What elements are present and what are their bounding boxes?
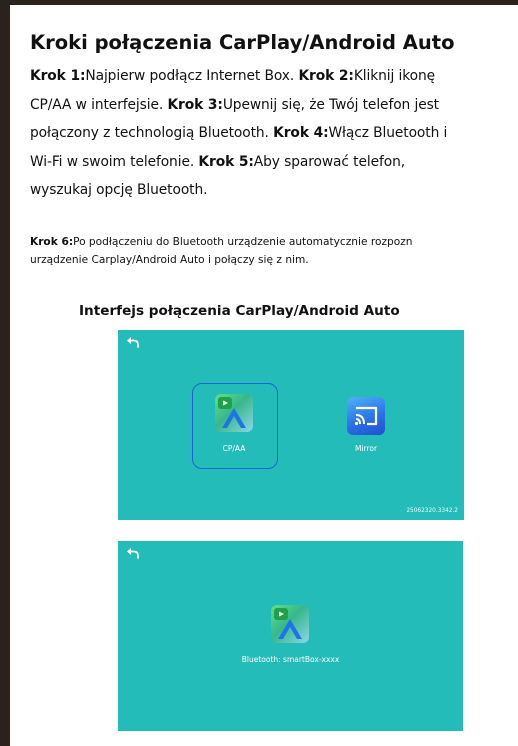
mirror-label: Mirror — [354, 444, 378, 453]
steps-line-2: CP/AA w interfejsie. Krok 3:Upewnij się,… — [30, 91, 516, 120]
step-3-text-b: połączony z technologią Bluetooth. — [30, 125, 274, 141]
version-number: 25062320.3342.2 — [406, 508, 458, 514]
step-3-text-a: Upewnij się, że Twój telefon jest — [222, 96, 439, 113]
screenshot-bluetooth-connection: Bluetooth: smartBox-xxxx — [118, 541, 463, 731]
step-4-text-a: Włącz Bluetooth i — [328, 125, 448, 141]
step-2-text-a: Kliknij ikonę — [353, 68, 436, 84]
step-1-text: Najpierw podłącz Internet Box. — [85, 68, 299, 84]
step-3-label: Krok 3: — [167, 96, 223, 113]
step-5-text-b: wyszukaj opcję Bluetooth. — [30, 182, 208, 198]
step-5-text-a: Aby sparować telefon, — [253, 153, 405, 170]
cpaa-app-icon — [271, 605, 309, 643]
document-content: Kroki połączenia CarPlay/Android Auto Kr… — [30, 0, 518, 746]
steps-line-5: wyszukaj opcję Bluetooth. — [30, 176, 516, 205]
frame-left-border — [0, 0, 10, 746]
steps-paragraph: Krok 1:Najpierw podłącz Internet Box. Kr… — [30, 62, 516, 205]
step-5-label: Krok 5: — [198, 153, 254, 170]
steps-line-4: Wi-Fi w swoim telefonie. Krok 5:Aby spar… — [30, 148, 516, 177]
bluetooth-device-label: Bluetooth: smartBox-xxxx — [241, 655, 340, 664]
interface-caption: Interfejs połączenia CarPlay/Android Aut… — [79, 303, 400, 319]
cpaa-label: CP/AA — [222, 444, 246, 453]
back-arrow-icon[interactable] — [126, 547, 140, 559]
page-title: Kroki połączenia CarPlay/Android Auto — [30, 31, 455, 54]
step-2-text-b: CP/AA w interfejsie. — [30, 96, 168, 113]
steps-line-1: Krok 1:Najpierw podłącz Internet Box. Kr… — [30, 62, 516, 91]
cpaa-app-icon[interactable] — [215, 394, 253, 432]
step-1-label: Krok 1: — [30, 68, 86, 84]
step-6-text-b: urządzenie Carplay/Android Auto i połącz… — [30, 254, 309, 266]
step-4-label: Krok 4: — [273, 125, 329, 141]
step-6-note: Krok 6:Po podłączeniu do Bluetooth urząd… — [30, 233, 516, 269]
mirror-app-icon[interactable] — [347, 397, 385, 435]
step-6-label: Krok 6: — [30, 236, 74, 248]
note-line-1: Krok 6:Po podłączeniu do Bluetooth urząd… — [30, 233, 516, 251]
steps-line-3: połączony z technologią Bluetooth. Krok … — [30, 119, 516, 148]
note-line-2: urządzenie Carplay/Android Auto i połącz… — [30, 251, 516, 269]
step-2-label: Krok 2: — [298, 68, 354, 84]
step-6-text-a: Po podłączeniu do Bluetooth urządzenie a… — [73, 236, 413, 248]
step-4-text-b: Wi-Fi w swoim telefonie. — [30, 153, 199, 170]
back-arrow-icon[interactable] — [126, 336, 140, 348]
screenshot-app-selection: CP/AA Mirror 25062320.3342.2 — [118, 330, 464, 520]
